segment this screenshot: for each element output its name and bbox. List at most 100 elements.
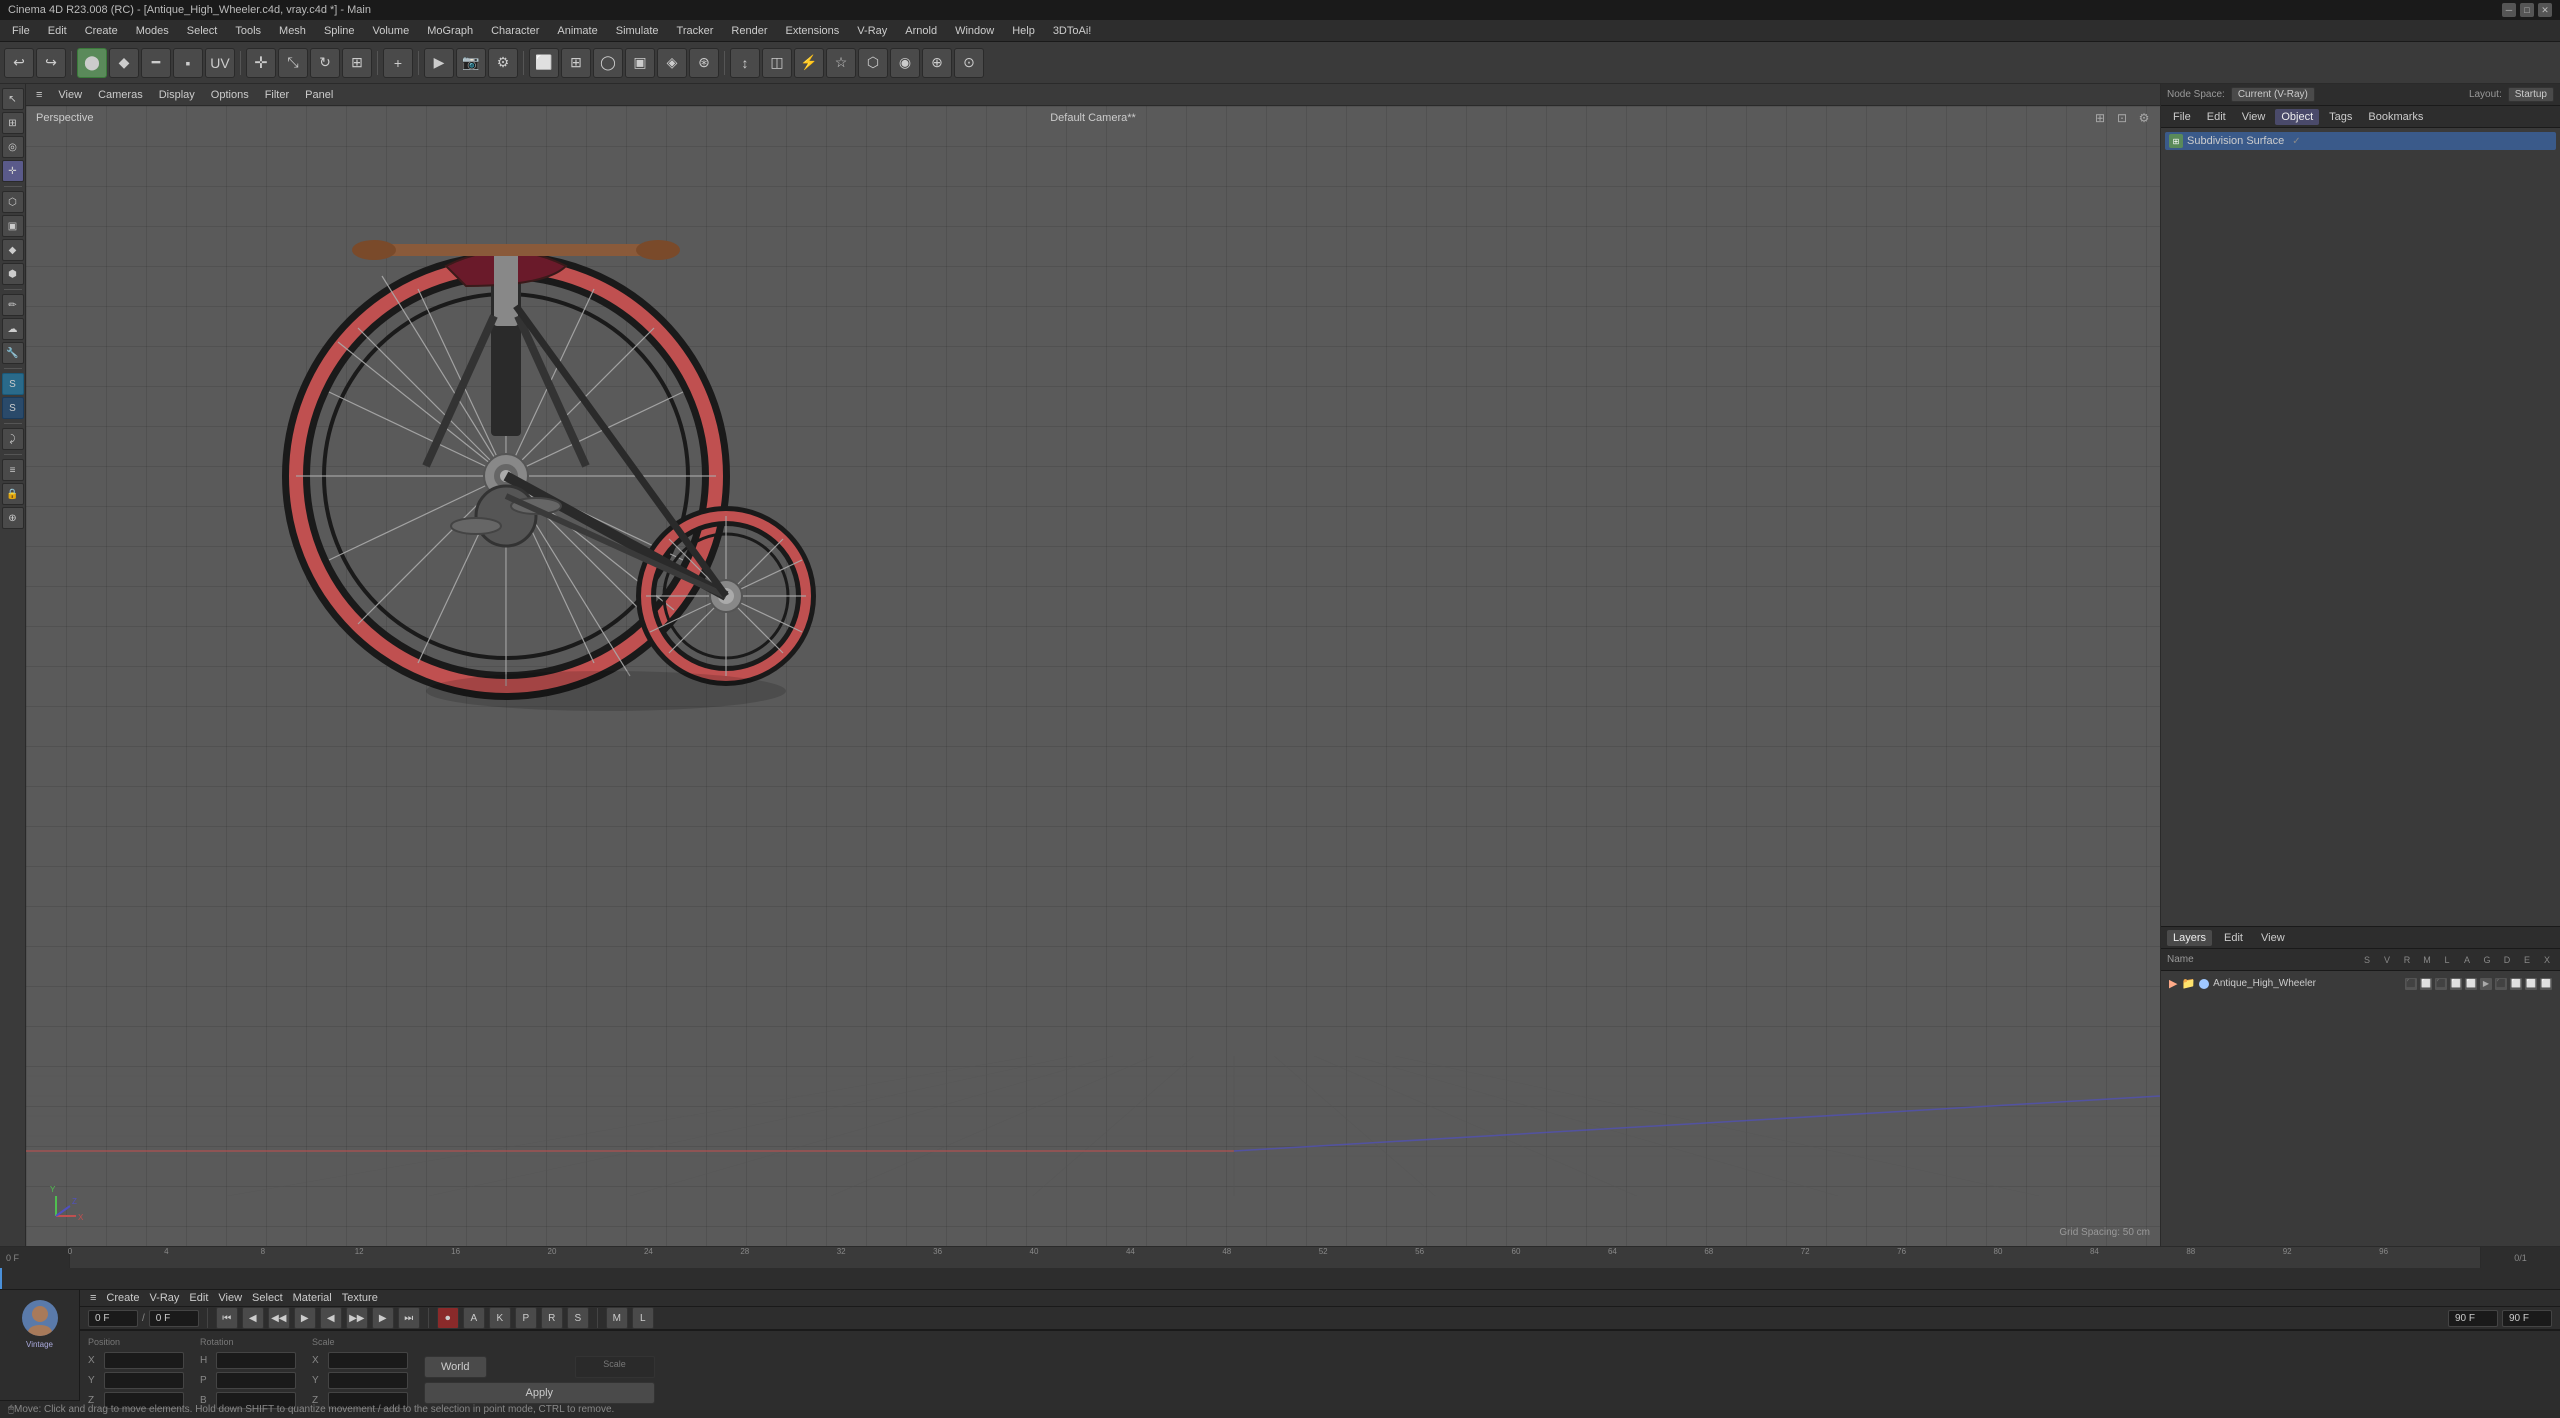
bottom-menu-view[interactable]: View [214,1290,246,1306]
rot-h-input[interactable] [216,1352,296,1369]
layer-icon-6[interactable]: ▶ [2480,978,2492,990]
layers-tab-edit[interactable]: Edit [2218,930,2249,946]
object-item-subdivision[interactable]: ⊞ Subdivision Surface ✓ [2165,132,2556,150]
viewport-canvas[interactable]: Perspective Default Camera** ⊞ ⊡ ⚙ [26,106,2160,1246]
rot-p-input[interactable] [216,1372,296,1389]
transport-go-start[interactable]: ⏮ [216,1307,238,1329]
transport-prev-frame[interactable]: ◀ [242,1307,264,1329]
transport-record[interactable]: ⏺ [437,1307,459,1329]
tool-material-1[interactable]: S [2,373,24,395]
menu-window[interactable]: Window [947,23,1002,39]
transport-scl-key[interactable]: S [567,1307,589,1329]
tool-arrow[interactable]: ↖ [2,88,24,110]
view-circle-btn[interactable]: ◯ [593,48,623,78]
transport-pos-key[interactable]: P [515,1307,537,1329]
current-frame-input[interactable] [88,1310,138,1327]
undo-button[interactable]: ↩ [4,48,34,78]
layer-icon-5[interactable]: ⬜ [2465,978,2477,990]
object-mode-btn[interactable]: ⬤ [77,48,107,78]
apply-button[interactable]: Apply [424,1382,655,1404]
rotate-tool-btn[interactable]: ↻ [310,48,340,78]
menu-character[interactable]: Character [483,23,547,39]
transport-play-forward[interactable]: ▶ [294,1307,316,1329]
misc-btn-3[interactable]: ⚡ [794,48,824,78]
right-tab-tags[interactable]: Tags [2323,109,2358,125]
move-tool-btn[interactable]: ✛ [246,48,276,78]
layer-icon-2[interactable]: ⬜ [2420,978,2432,990]
bottom-menu-vray[interactable]: V-Ray [145,1290,183,1306]
scl-y-input[interactable] [328,1372,408,1389]
misc-btn-6[interactable]: ◉ [890,48,920,78]
layers-tab-view[interactable]: View [2255,930,2291,946]
vp-menu-icon[interactable]: ≡ [32,87,46,103]
tool-paint-3[interactable]: 🔧 [2,342,24,364]
world-button[interactable]: World [424,1356,487,1378]
vp-menu-cameras[interactable]: Cameras [94,87,147,103]
misc-btn-5[interactable]: ⬡ [858,48,888,78]
view-4-btn[interactable]: ⊞ [561,48,591,78]
menu-modes[interactable]: Modes [128,23,177,39]
end-frame-input[interactable] [149,1310,199,1327]
menu-select[interactable]: Select [179,23,226,39]
menu-arnold[interactable]: Arnold [897,23,945,39]
menu-spline[interactable]: Spline [316,23,363,39]
menu-3dtai[interactable]: 3DToAi! [1045,23,1100,39]
menu-render[interactable]: Render [723,23,775,39]
transport-next-frame[interactable]: ▶ [372,1307,394,1329]
misc-btn-7[interactable]: ⊕ [922,48,952,78]
layer-icon-4[interactable]: ⬜ [2450,978,2462,990]
redo-button[interactable]: ↪ [36,48,66,78]
transform-tool-btn[interactable]: ⊞ [342,48,372,78]
transport-layer[interactable]: L [632,1307,654,1329]
view-extra-btn[interactable]: ◈ [657,48,687,78]
right-tab-bookmarks[interactable]: Bookmarks [2362,109,2429,125]
right-tab-object[interactable]: Object [2275,109,2319,125]
menu-extensions[interactable]: Extensions [777,23,847,39]
transport-play-reverse[interactable]: ◀ [320,1307,342,1329]
bottom-menu-create[interactable]: Create [102,1290,143,1306]
menu-mesh[interactable]: Mesh [271,23,314,39]
render-active-btn[interactable]: ▶ [424,48,454,78]
transport-auto[interactable]: A [463,1307,485,1329]
menu-animate[interactable]: Animate [549,23,605,39]
layer-icon-3[interactable]: ⬛ [2435,978,2447,990]
menu-volume[interactable]: Volume [365,23,418,39]
layer-icon-9[interactable]: ⬜ [2525,978,2537,990]
transport-motion-clip[interactable]: M [606,1307,628,1329]
node-space-value[interactable]: Current (V-Ray) [2231,87,2315,102]
bottom-menu-edit[interactable]: Edit [185,1290,212,1306]
tool-move[interactable]: ✛ [2,160,24,182]
tool-deform[interactable]: ⤸ [2,428,24,450]
layer-icon-8[interactable]: ⬜ [2510,978,2522,990]
menu-mograph[interactable]: MoGraph [419,23,481,39]
viewport-maximize-icon[interactable]: ⊞ [2092,110,2108,126]
tool-3d-1[interactable]: ⬡ [2,191,24,213]
minimize-button[interactable]: ─ [2502,3,2516,17]
tool-layers-1[interactable]: ≡ [2,459,24,481]
transport-rot-key[interactable]: R [541,1307,563,1329]
render-picture-viewer-btn[interactable]: 📷 [456,48,486,78]
tool-lasso[interactable]: ◎ [2,136,24,158]
vp-menu-view[interactable]: View [54,87,86,103]
tool-paint-1[interactable]: ✏ [2,294,24,316]
vp-menu-filter[interactable]: Filter [261,87,293,103]
misc-btn-4[interactable]: ☆ [826,48,856,78]
menu-simulate[interactable]: Simulate [608,23,667,39]
menu-create[interactable]: Create [77,23,126,39]
tool-3d-2[interactable]: ▣ [2,215,24,237]
layer-icon-1[interactable]: ⬛ [2405,978,2417,990]
scl-x-input[interactable] [328,1352,408,1369]
point-mode-btn[interactable]: ◆ [109,48,139,78]
scale-tool-btn[interactable]: ⤡ [278,48,308,78]
layer-icon-10[interactable]: ⬜ [2540,978,2552,990]
tool-material-2[interactable]: S [2,397,24,419]
layer-item-antique[interactable]: ▶ 📁 Antique_High_Wheeler ⬛ ⬜ ⬛ ⬜ ⬜ ▶ ⬛ [2165,975,2556,992]
right-tab-file[interactable]: File [2167,109,2197,125]
right-tab-view[interactable]: View [2236,109,2272,125]
tool-layers-2[interactable]: 🔒 [2,483,24,505]
bottom-menu-select[interactable]: Select [248,1290,287,1306]
view-1-btn[interactable]: ⬜ [529,48,559,78]
menu-tracker[interactable]: Tracker [669,23,722,39]
menu-edit[interactable]: Edit [40,23,75,39]
tool-3d-3[interactable]: ◆ [2,239,24,261]
